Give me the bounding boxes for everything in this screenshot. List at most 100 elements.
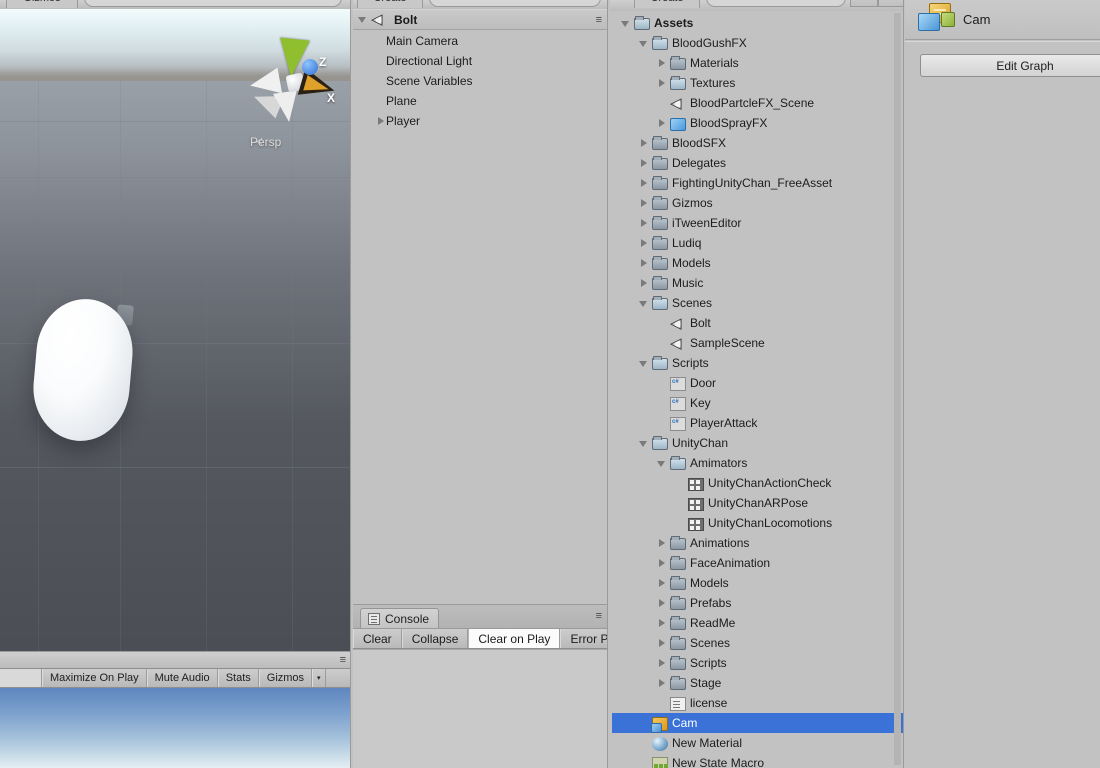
chevron-right-icon[interactable] — [656, 598, 667, 609]
chevron-right-icon[interactable] — [656, 78, 667, 89]
chevron-down-icon[interactable] — [357, 14, 368, 25]
game-view-menu-icon[interactable]: ≡ — [340, 654, 347, 666]
project-tree-row[interactable]: UnityChanARPose — [612, 493, 903, 513]
console-message-list[interactable] — [353, 649, 607, 768]
hierarchy-item-plane[interactable]: Plane — [353, 91, 607, 111]
project-tree-row[interactable]: Textures — [612, 73, 903, 93]
project-tree-row[interactable]: BloodSprayFX — [612, 113, 903, 133]
divider-scene-hierarchy[interactable] — [350, 0, 351, 768]
chevron-right-icon[interactable] — [656, 558, 667, 569]
hierarchy-scene-row[interactable]: Bolt ≡ — [353, 9, 607, 30]
chevron-right-icon[interactable] — [656, 538, 667, 549]
chevron-down-icon[interactable] — [620, 18, 631, 29]
chevron-right-icon[interactable] — [656, 578, 667, 589]
mute-audio-button[interactable]: Mute Audio — [146, 669, 218, 687]
chevron-down-icon[interactable] — [638, 358, 649, 369]
project-tree-row[interactable]: Music — [612, 273, 903, 293]
hierarchy-item-directional-light[interactable]: Directional Light — [353, 51, 607, 71]
divider-hierarchy-project[interactable] — [607, 0, 608, 768]
scene-axis-gizmo[interactable]: Z X — [245, 34, 345, 129]
maximize-on-play-button[interactable]: Maximize On Play — [42, 669, 147, 687]
chevron-right-icon[interactable] — [375, 116, 386, 127]
project-tree-row[interactable]: Scripts — [612, 653, 903, 673]
project-tree-row[interactable]: Key — [612, 393, 903, 413]
project-item-selected[interactable]: Cam — [612, 713, 903, 733]
chevron-right-icon[interactable] — [656, 58, 667, 69]
hierarchy-search-input[interactable] — [429, 0, 601, 7]
console-menu-icon[interactable]: ≡ — [596, 610, 603, 622]
project-tree-row[interactable]: New State Macro — [612, 753, 903, 768]
tab-console[interactable]: Console — [360, 608, 440, 628]
chevron-right-icon[interactable] — [638, 278, 649, 289]
hierarchy-item-player[interactable]: Player — [353, 111, 607, 131]
gizmo-sphere-z[interactable] — [302, 59, 318, 75]
project-tree-row[interactable]: New Material — [612, 733, 903, 753]
chevron-right-icon[interactable] — [656, 678, 667, 689]
project-tree-row[interactable]: Prefabs — [612, 593, 903, 613]
chevron-right-icon[interactable] — [638, 158, 649, 169]
chevron-right-icon[interactable] — [638, 218, 649, 229]
project-tree-row[interactable]: Amimators — [612, 453, 903, 473]
project-tree-row[interactable]: FaceAnimation — [612, 553, 903, 573]
project-tree-row[interactable]: Animations — [612, 533, 903, 553]
divider-project-inspector[interactable] — [903, 0, 904, 768]
hierarchy-item-scene-variables[interactable]: Scene Variables — [353, 71, 607, 91]
project-tree-row[interactable]: BloodSFX — [612, 133, 903, 153]
chevron-down-icon[interactable] — [656, 458, 667, 469]
project-tree-row[interactable]: Delegates — [612, 153, 903, 173]
project-tree-row[interactable]: Materials — [612, 53, 903, 73]
project-filter-by-label-button[interactable] — [878, 0, 903, 7]
chevron-right-icon[interactable] — [638, 138, 649, 149]
hierarchy-menu-icon[interactable]: ≡ — [596, 14, 603, 26]
chevron-right-icon[interactable] — [656, 658, 667, 669]
chevron-right-icon[interactable] — [656, 118, 667, 129]
divider-scene-game[interactable] — [0, 651, 350, 652]
divider-hierarchy-console[interactable] — [353, 604, 607, 605]
chevron-down-icon[interactable]: ▾ — [312, 669, 326, 687]
project-tree-row[interactable]: ReadMe — [612, 613, 903, 633]
clear-on-play-toggle[interactable]: Clear on Play — [468, 629, 561, 648]
project-tree-row[interactable]: FightingUnityChan_FreeAsset — [612, 173, 903, 193]
chevron-down-icon[interactable] — [638, 438, 649, 449]
project-tree-row[interactable]: license — [612, 693, 903, 713]
chevron-right-icon[interactable] — [638, 178, 649, 189]
project-search-input[interactable] — [706, 0, 846, 7]
project-tree-row[interactable]: PlayerAttack — [612, 413, 903, 433]
project-tree-row[interactable]: Scenes — [612, 293, 903, 313]
project-tree-row[interactable]: Ludiq — [612, 233, 903, 253]
project-tree-row[interactable]: UnityChanLocomotions — [612, 513, 903, 533]
hierarchy-item-main-camera[interactable]: Main Camera — [353, 31, 607, 51]
collapse-button[interactable]: Collapse — [401, 629, 469, 648]
project-filter-by-type-button[interactable] — [850, 0, 878, 7]
project-tree-row[interactable]: iTweenEditor — [612, 213, 903, 233]
project-tree-row[interactable]: Scenes — [612, 633, 903, 653]
clear-button[interactable]: Clear — [353, 629, 402, 648]
gizmo-cone-negative-y[interactable] — [273, 90, 301, 124]
game-viewport[interactable] — [0, 688, 350, 768]
gizmos-button[interactable]: Gizmos — [258, 669, 313, 687]
project-tree-row[interactable]: Assets — [612, 13, 903, 33]
chevron-right-icon[interactable] — [638, 258, 649, 269]
chevron-right-icon[interactable] — [638, 198, 649, 209]
project-tree-row[interactable]: UnityChanActionCheck — [612, 473, 903, 493]
project-tree-row[interactable]: SampleScene — [612, 333, 903, 353]
edit-graph-button[interactable]: Edit Graph — [920, 54, 1100, 77]
chevron-right-icon[interactable] — [638, 238, 649, 249]
project-tree-row[interactable]: Door — [612, 373, 903, 393]
project-tree-row[interactable]: Scripts — [612, 353, 903, 373]
chevron-down-icon[interactable] — [638, 38, 649, 49]
tab-gizmos[interactable]: Gizmos — [6, 0, 78, 8]
chevron-down-icon[interactable] — [638, 298, 649, 309]
stats-button[interactable]: Stats — [217, 669, 259, 687]
project-tree-row[interactable]: UnityChan — [612, 433, 903, 453]
scene-search-input[interactable] — [84, 0, 342, 7]
chevron-right-icon[interactable] — [656, 618, 667, 629]
project-tree-row[interactable]: BloodPartcleFX_Scene — [612, 93, 903, 113]
perspective-label[interactable]: Persp — [250, 135, 281, 149]
project-tree-row[interactable]: Gizmos — [612, 193, 903, 213]
chevron-right-icon[interactable] — [656, 638, 667, 649]
project-tree-row[interactable]: Models — [612, 253, 903, 273]
project-tree-row[interactable]: BloodGushFX — [612, 33, 903, 53]
project-tree-row[interactable]: Models — [612, 573, 903, 593]
game-view-aspect-dropdown[interactable] — [0, 669, 42, 687]
